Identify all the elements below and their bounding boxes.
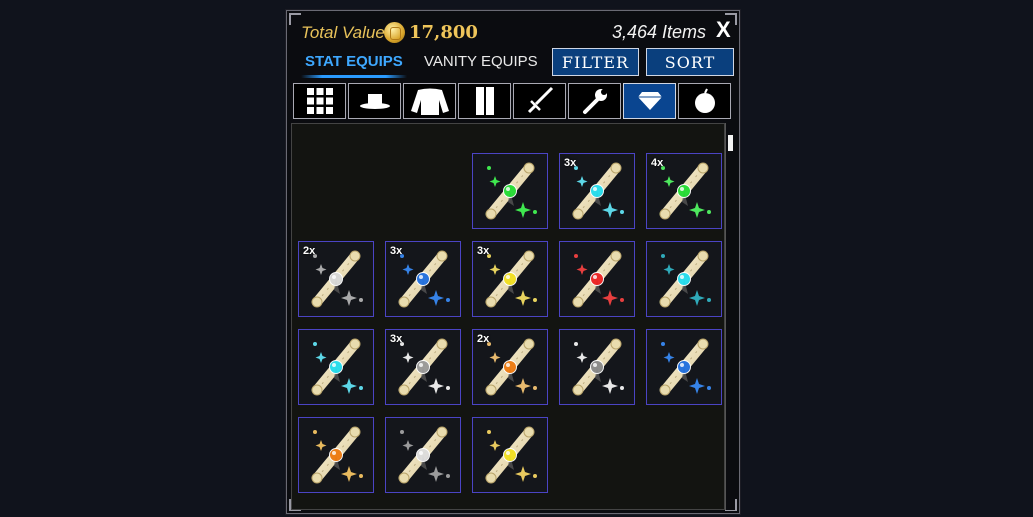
- tab-label: VANITY EQUIPS: [424, 53, 538, 70]
- category-shirts[interactable]: [403, 83, 456, 119]
- active-tab-underline: [301, 75, 407, 78]
- total-value: 17,800: [409, 22, 478, 43]
- category-fruits[interactable]: [678, 83, 731, 119]
- scroll-item-icon: [572, 338, 624, 396]
- category-weapons[interactable]: [513, 83, 566, 119]
- item-slot[interactable]: 2x: [472, 329, 548, 405]
- item-slot[interactable]: 3x: [472, 241, 548, 317]
- category-pants[interactable]: [458, 83, 511, 119]
- item-slot[interactable]: [646, 241, 722, 317]
- item-quantity: 3x: [390, 245, 403, 257]
- scroll-item-icon: [485, 426, 537, 484]
- category-bar: [293, 83, 735, 119]
- coin-icon: [384, 22, 405, 43]
- item-slot[interactable]: 3x: [385, 241, 461, 317]
- category-hats[interactable]: [348, 83, 401, 119]
- item-slot[interactable]: 3x: [385, 329, 461, 405]
- item-quantity: 2x: [477, 333, 490, 345]
- item-slot[interactable]: [298, 417, 374, 493]
- item-quantity: 2x: [303, 245, 316, 257]
- inventory-panel: Total Value 17,800 3,464 Items X STAT EQ…: [286, 10, 740, 514]
- item-slot[interactable]: [298, 329, 374, 405]
- filter-button[interactable]: FILTER: [552, 48, 639, 76]
- item-quantity: 3x: [390, 333, 403, 345]
- scroll-item-icon: [485, 162, 537, 220]
- item-slot[interactable]: [646, 329, 722, 405]
- item-slot[interactable]: [559, 241, 635, 317]
- scroll-item-icon: [659, 338, 711, 396]
- sword-icon: [527, 86, 553, 114]
- scrollbar[interactable]: [725, 123, 735, 510]
- sort-button[interactable]: SORT: [646, 48, 734, 76]
- scroll-item-icon: [311, 426, 363, 484]
- item-quantity: 4x: [651, 157, 664, 169]
- grid-icon: [306, 88, 333, 114]
- category-gems[interactable]: [623, 83, 676, 119]
- shirt-icon: [410, 88, 449, 115]
- scroll-item-icon: [311, 338, 363, 396]
- fruit-icon: [694, 88, 715, 113]
- scroll-item-icon: [572, 250, 624, 308]
- tab-vanity-equips[interactable]: VANITY EQUIPS: [424, 53, 538, 70]
- total-value-label: Total Value: [301, 23, 385, 42]
- inventory-header: Total Value 17,800 3,464 Items X: [287, 11, 739, 51]
- scroll-thumb[interactable]: [728, 135, 733, 151]
- item-slot[interactable]: [472, 417, 548, 493]
- item-slot[interactable]: [559, 329, 635, 405]
- item-quantity: 3x: [564, 157, 577, 169]
- pants-icon: [475, 87, 494, 115]
- tab-stat-equips[interactable]: STAT EQUIPS: [301, 53, 407, 78]
- gem-icon: [637, 92, 662, 110]
- item-quantity: 3x: [477, 245, 490, 257]
- item-slot[interactable]: 4x: [646, 153, 722, 229]
- item-slot[interactable]: [472, 153, 548, 229]
- category-tools[interactable]: [568, 83, 621, 119]
- item-grid: 3x 4x 2x 3x 3x 3x 2x: [291, 123, 725, 510]
- tab-label: STAT EQUIPS: [305, 53, 403, 70]
- scroll-item-icon: [398, 426, 450, 484]
- wrench-icon: [582, 89, 607, 114]
- item-slot[interactable]: 3x: [559, 153, 635, 229]
- item-slot[interactable]: [385, 417, 461, 493]
- items-count: 3,464 Items: [612, 22, 707, 42]
- hat-icon: [359, 94, 390, 109]
- category-all[interactable]: [293, 83, 346, 119]
- close-button[interactable]: X: [716, 17, 731, 43]
- item-slot[interactable]: 2x: [298, 241, 374, 317]
- scroll-item-icon: [659, 250, 711, 308]
